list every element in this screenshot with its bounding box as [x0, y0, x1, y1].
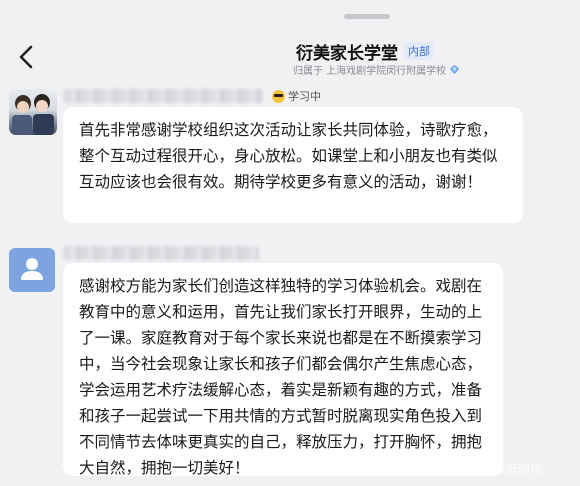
chat-subtitle: 归属于 上海戏剧学院闵行附属学校: [293, 65, 447, 77]
status-text: 学习中: [288, 90, 321, 103]
sunglasses-emoji-icon: [272, 89, 285, 103]
message-text: 感谢校方能为家长们创造这样独特的学习体验机会。戏剧在教育中的意义和运用，首先让我…: [79, 277, 483, 477]
message-bubble[interactable]: 首先非常感谢学校组织这次活动让家长共同体验，诗歌疗愈，整个互动过程很开心，身心放…: [63, 107, 523, 223]
diamond-badge-icon: [450, 64, 460, 74]
sender-name-blurred: [63, 89, 263, 103]
internal-tag: 内部: [404, 42, 434, 60]
message-text: 首先非常感谢学校组织这次活动让家长共同体验，诗歌疗愈，整个互动过程很开心，身心放…: [79, 121, 498, 191]
chat-title: 衍美家长学堂: [296, 43, 398, 64]
chevron-left-icon[interactable]: [16, 44, 38, 70]
message-bubble[interactable]: 感谢校方能为家长们创造这样独特的学习体验机会。戏剧在教育中的意义和运用，首先让我…: [63, 263, 503, 477]
chat-subtitle-group: 归属于 上海戏剧学院闵行附属学校: [293, 62, 460, 77]
sender-status: 学习中: [272, 88, 321, 104]
chat-header: 衍美家长学堂 内部 归属于 上海戏剧学院闵行附属学校: [0, 0, 580, 82]
drag-handle[interactable]: [344, 14, 390, 19]
watermark: 华庭剧场: [494, 462, 543, 476]
sender-name-blurred: [63, 246, 259, 260]
chat-title-group[interactable]: 衍美家长学堂 内部: [296, 40, 434, 64]
default-user-avatar-icon[interactable]: [9, 248, 55, 292]
sender-avatar-photo[interactable]: [9, 89, 57, 135]
